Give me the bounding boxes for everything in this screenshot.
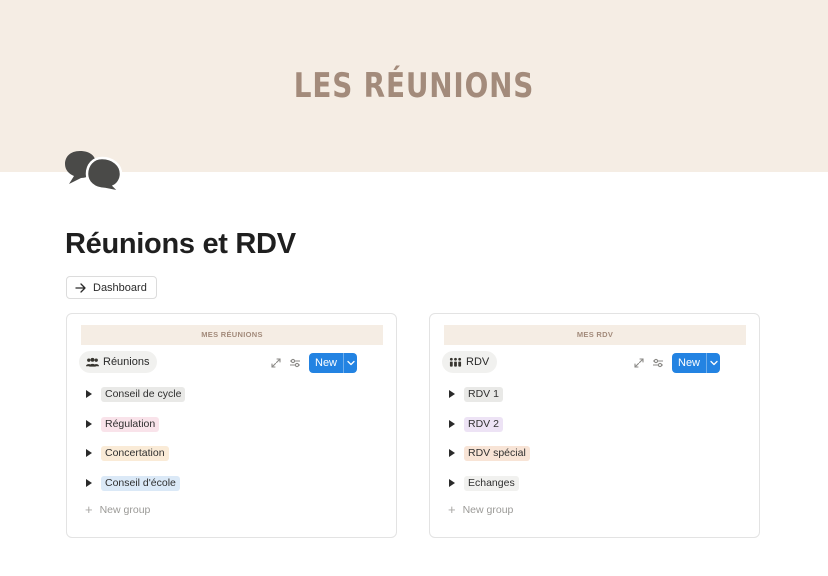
expand-icon[interactable] [270,356,282,368]
group-label: Régulation [101,416,160,432]
new-button[interactable]: New [672,353,720,373]
new-group-label: New group [462,504,514,516]
chevron-down-icon[interactable] [707,359,720,367]
toggle-triangle-icon[interactable] [86,390,92,398]
new-button[interactable]: New [309,353,357,373]
group-label: Concertation [101,445,169,461]
toggle-triangle-icon[interactable] [449,420,455,428]
family-icon [449,357,462,367]
group-label: RDV 2 [464,416,503,432]
group-label: RDV spécial [464,445,530,461]
group-row[interactable]: RDV 1 [449,386,503,402]
group-row[interactable]: Conseil d'école [86,475,180,491]
view-tab-label: RDV [466,356,490,368]
toggle-triangle-icon[interactable] [86,479,92,487]
group-label: Echanges [464,475,519,491]
group-row[interactable]: Echanges [449,475,519,491]
toggle-triangle-icon[interactable] [449,449,455,457]
cover-title: LES RÉUNIONS [293,66,535,106]
expand-icon[interactable] [633,356,645,368]
panel-header: MES RDV [444,325,746,345]
toggle-triangle-icon[interactable] [449,479,455,487]
new-group-button[interactable]: + New group [85,502,151,517]
page-title: Réunions et RDV [65,228,296,260]
toggle-triangle-icon[interactable] [449,390,455,398]
toggle-triangle-icon[interactable] [86,449,92,457]
speech-bubbles-icon[interactable] [64,146,126,196]
toggle-triangle-icon[interactable] [86,420,92,428]
group-label: Conseil d'école [101,475,180,491]
chevron-down-icon[interactable] [344,359,357,367]
people-group-icon [86,357,99,367]
arrow-right-icon [75,282,86,293]
rdv-panel: MES RDV RDV New RDV 1 RDV 2 RDV spécial … [429,313,760,538]
plus-icon: + [448,502,456,517]
reunions-panel: MES RÉUNIONS Réunions New Conseil de cyc… [66,313,397,538]
plus-icon: + [85,502,93,517]
new-button-label: New [678,357,701,369]
dashboard-link[interactable]: Dashboard [66,276,157,299]
group-row[interactable]: Conseil de cycle [86,386,186,402]
view-tab-label: Réunions [103,356,150,368]
view-tab-reunions[interactable]: Réunions [79,351,158,373]
group-label: Conseil de cycle [101,386,186,402]
new-button-label: New [315,357,338,369]
dashboard-link-label: Dashboard [93,281,147,294]
new-group-button[interactable]: + New group [448,502,514,517]
filter-settings-icon[interactable] [289,356,301,368]
group-row[interactable]: RDV 2 [449,416,503,432]
filter-settings-icon[interactable] [652,356,664,368]
group-label: RDV 1 [464,386,503,402]
view-tab-rdv[interactable]: RDV [442,351,498,373]
group-row[interactable]: Régulation [86,416,160,432]
panel-header: MES RÉUNIONS [81,325,383,345]
group-row[interactable]: Concertation [86,445,169,461]
new-group-label: New group [99,504,151,516]
group-row[interactable]: RDV spécial [449,445,530,461]
